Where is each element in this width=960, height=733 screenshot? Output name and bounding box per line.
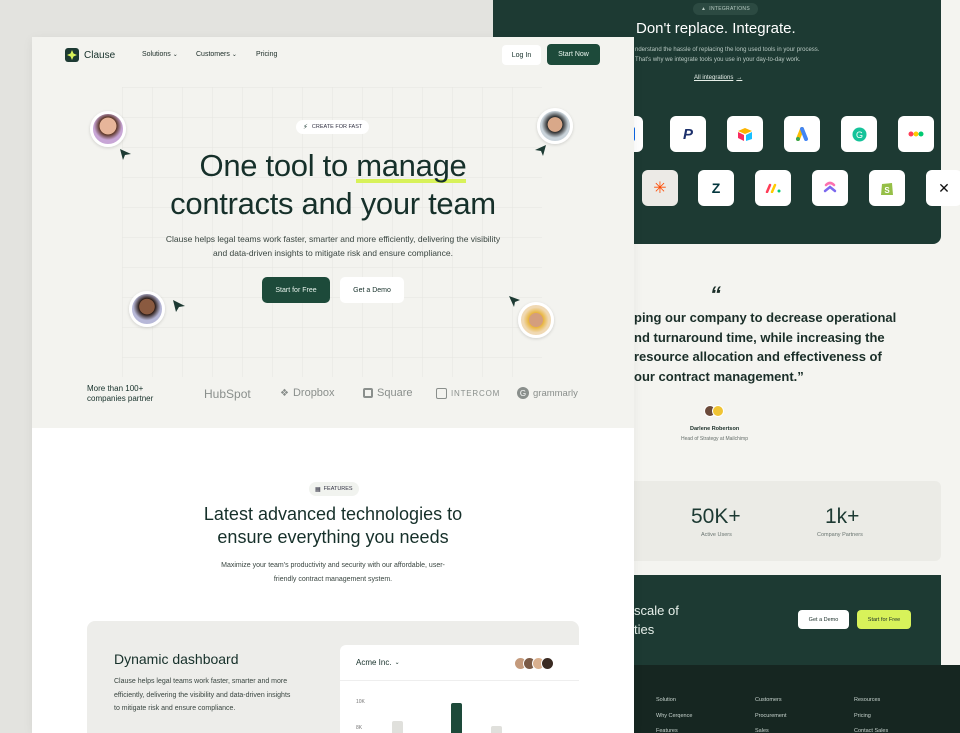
footer-link[interactable]: Sales bbox=[755, 724, 787, 733]
integrations-title: Don't replace. Integrate. bbox=[636, 20, 796, 37]
start-free-button[interactable]: Start for Free bbox=[857, 610, 911, 629]
google-ads-icon bbox=[784, 116, 820, 152]
integrations-description: nderstand the hassle of replacing the lo… bbox=[635, 47, 820, 63]
footer-link[interactable]: Customers bbox=[755, 693, 787, 709]
intercom-icon bbox=[436, 388, 447, 399]
clickup-icon bbox=[812, 170, 848, 206]
title-highlight: manage bbox=[356, 148, 467, 183]
footer-link[interactable]: Resources bbox=[854, 693, 888, 709]
footer-link[interactable]: Why Cerqence bbox=[656, 709, 692, 725]
get-demo-button[interactable]: Get a Demo bbox=[340, 277, 404, 303]
cursor-pointer-icon bbox=[173, 300, 185, 312]
cta-heading: scale of ties bbox=[634, 603, 679, 637]
grammarly-logo: Ggrammarly bbox=[517, 387, 578, 399]
cursor-pointer-icon bbox=[120, 149, 131, 160]
all-integrations-link[interactable]: All integrations → bbox=[694, 75, 742, 81]
dashboard-description: Clause helps legal teams work faster, sm… bbox=[114, 678, 291, 712]
avatar bbox=[541, 657, 554, 670]
dashboard-preview: Acme Inc. ⌄ 10K 8K bbox=[340, 645, 579, 733]
zendesk-icon: Z bbox=[698, 170, 734, 206]
company-selector[interactable]: Acme Inc. ⌄ bbox=[356, 658, 400, 667]
get-demo-button[interactable]: Get a Demo bbox=[798, 610, 849, 629]
brand-logo[interactable]: Clause bbox=[65, 48, 115, 62]
avatar bbox=[537, 108, 573, 144]
monday-board-icon bbox=[755, 170, 791, 206]
hero-section: Clause Solutions ⌄ Customers ⌄ Pricing Log… bbox=[32, 37, 634, 428]
author-role: Head of Strategy at Mailchimp bbox=[681, 436, 748, 442]
integrations-badge: ▲ INTEGRATIONS bbox=[693, 3, 758, 15]
partners-label: More than 100+ companies partner bbox=[87, 384, 154, 403]
footer-link[interactable]: Procurement bbox=[755, 709, 787, 725]
nav-pricing[interactable]: Pricing bbox=[256, 51, 277, 58]
svg-text:G: G bbox=[855, 130, 862, 140]
x-icon: ✕ bbox=[926, 170, 960, 206]
y-axis-tick: 8K bbox=[356, 725, 363, 731]
puzzle-icon: ▲ bbox=[701, 6, 707, 12]
start-free-button[interactable]: Start for Free bbox=[262, 277, 330, 303]
hero-badge: ⚡ CREATE FOR FAST bbox=[296, 120, 370, 134]
grid-icon: ▦ bbox=[315, 486, 321, 493]
quote-mark: “ bbox=[710, 282, 721, 307]
cursor-pointer-icon bbox=[509, 296, 520, 307]
footer-column: Solution Why Cerqence Features bbox=[656, 693, 692, 733]
dropbox-icon: ❖ bbox=[280, 387, 289, 399]
author-name: Darlene Robertson bbox=[690, 426, 740, 432]
hero-subtitle: Clause helps legal teams work faster, sm… bbox=[165, 234, 501, 258]
divider bbox=[340, 680, 579, 681]
footer-column: Customers Procurement Sales bbox=[755, 693, 787, 733]
login-button[interactable]: Log In bbox=[502, 45, 541, 65]
chevron-down-icon: ⌄ bbox=[231, 52, 237, 58]
testimonial-quote: ping our company to decrease operational… bbox=[634, 310, 897, 384]
avatar bbox=[90, 111, 126, 147]
chart-bar bbox=[451, 703, 462, 733]
stat-label: Company Partners bbox=[817, 532, 863, 538]
square-icon bbox=[363, 388, 373, 398]
svg-text:S: S bbox=[884, 186, 890, 195]
dropbox-logo: ❖ Dropbox bbox=[280, 387, 335, 399]
stat-label: Active Users bbox=[701, 532, 732, 538]
chevron-down-icon: ⌄ bbox=[394, 660, 400, 666]
footer-link[interactable]: Features bbox=[656, 724, 692, 733]
avatar bbox=[129, 291, 165, 327]
grammarly-icon: G bbox=[841, 116, 877, 152]
nav-customers[interactable]: Customers ⌄ bbox=[196, 51, 237, 58]
hubspot-logo: HubSpot bbox=[204, 387, 251, 401]
footer-column: Resources Pricing Contact Sales bbox=[854, 693, 888, 733]
footer-link[interactable]: Solution bbox=[656, 693, 692, 709]
chart-bar bbox=[392, 721, 403, 733]
avatar bbox=[518, 302, 554, 338]
intercom-logo: INTERCOM bbox=[436, 388, 500, 399]
footer-link[interactable]: Pricing bbox=[854, 709, 888, 725]
stat-value: 1k+ bbox=[825, 505, 860, 528]
clause-logo-icon bbox=[65, 48, 79, 62]
y-axis-tick: 10K bbox=[356, 699, 365, 705]
square-logo: Square bbox=[363, 387, 412, 399]
monday-icon bbox=[898, 116, 934, 152]
features-title: Latest advanced technologies to ensure e… bbox=[203, 504, 463, 547]
grammarly-icon: G bbox=[517, 387, 529, 399]
lightning-icon: ⚡ bbox=[303, 124, 308, 131]
footer-link[interactable]: Contact Sales bbox=[854, 724, 888, 733]
cursor-pointer-icon bbox=[535, 145, 546, 156]
chart-bar bbox=[491, 726, 502, 733]
zapier-icon: ✳ bbox=[642, 170, 678, 206]
dashboard-card: Dynamic dashboard Clause helps legal tea… bbox=[87, 621, 579, 733]
author-avatars bbox=[704, 405, 728, 419]
arrow-right-icon: → bbox=[736, 75, 743, 81]
shopify-icon: S bbox=[869, 170, 905, 206]
nav-solutions[interactable]: Solutions ⌄ bbox=[142, 51, 178, 58]
airtable-icon bbox=[727, 116, 763, 152]
chevron-down-icon: ⌄ bbox=[172, 52, 178, 58]
dashboard-title: Dynamic dashboard bbox=[114, 651, 239, 667]
avatar bbox=[712, 405, 724, 417]
stat-value: 50K+ bbox=[691, 505, 741, 528]
team-avatars bbox=[514, 657, 564, 671]
start-now-button[interactable]: Start Now bbox=[547, 44, 600, 65]
main-page: Clause Solutions ⌄ Customers ⌄ Pricing Log… bbox=[32, 37, 634, 733]
features-badge: ▦ FEATURES bbox=[309, 482, 359, 496]
paypal-icon: P bbox=[670, 116, 706, 152]
features-subtitle: Maximize your team's productivity and se… bbox=[221, 562, 445, 583]
